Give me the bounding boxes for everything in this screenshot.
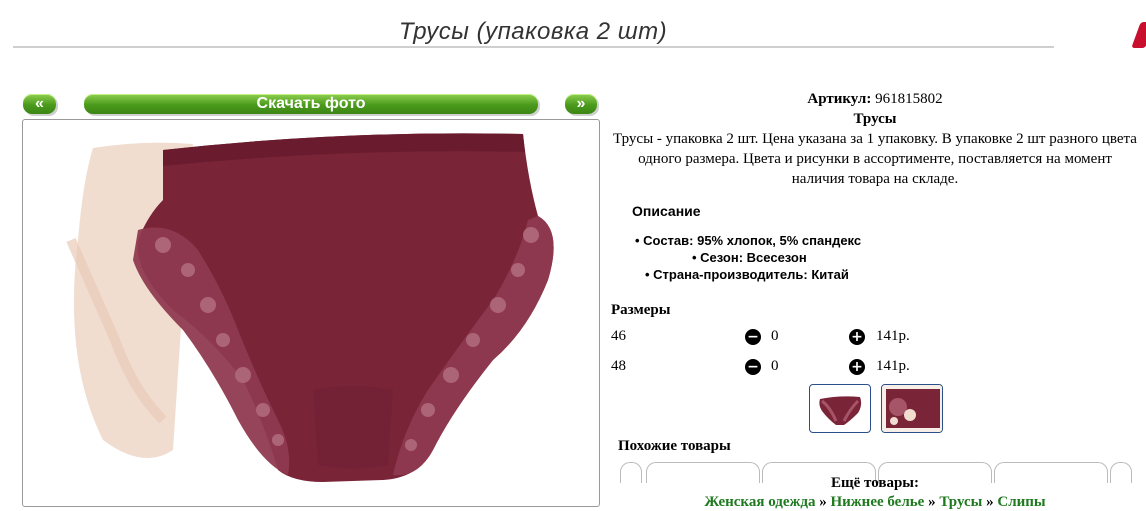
description-heading: Описание [632, 203, 701, 219]
spec-item: • Состав: 95% хлопок, 5% спандекс [635, 233, 862, 248]
article-label: Артикул: [807, 91, 872, 107]
spec-item: • Страна-производитель: Китай [645, 267, 849, 282]
minus-circle-icon[interactable]: − [745, 329, 761, 345]
size-value: 48 [611, 358, 626, 374]
breadcrumb: Женская одежда » Нижнее белье » Трусы » … [610, 494, 1140, 511]
product-info: Артикул: 961815802 Трусы Трусы - упаковк… [610, 89, 1140, 189]
article-line: Артикул: 961815802 [610, 89, 1140, 109]
page-title: Трусы (упаковка 2 шт) [398, 18, 668, 45]
breadcrumb-link[interactable]: Нижнее белье [830, 494, 924, 510]
photo-thumbnail[interactable] [881, 384, 943, 433]
product-photo[interactable] [22, 119, 600, 507]
download-photo-button[interactable]: Скачать фото [84, 94, 538, 114]
breadcrumb-link[interactable]: Слипы [997, 494, 1045, 510]
close-icon[interactable] [1131, 22, 1146, 48]
quantity-value: 0 [771, 358, 779, 374]
next-photo-button[interactable]: » [565, 94, 597, 114]
spec-item: • Сезон: Всесезон [692, 250, 807, 265]
similar-heading: Похожие товары [618, 438, 731, 454]
spec-list: • Состав: 95% хлопок, 5% спандекс • Сезо… [610, 232, 1140, 283]
breadcrumb-separator: » [986, 494, 994, 510]
title-divider [13, 46, 1054, 48]
price-value: 141р. [876, 358, 910, 374]
price-value: 141р. [876, 328, 910, 344]
product-name: Трусы [853, 111, 897, 127]
breadcrumb-separator: » [819, 494, 827, 510]
quantity-value: 0 [771, 328, 779, 344]
photo-thumbnail[interactable] [809, 384, 871, 433]
breadcrumb-link[interactable]: Женская одежда [704, 494, 815, 510]
article-value: 961815802 [875, 91, 943, 107]
size-value: 46 [611, 328, 626, 344]
more-products-heading: Ещё товары: [830, 475, 920, 491]
product-image [66, 133, 554, 483]
prev-photo-button[interactable]: « [23, 94, 56, 114]
plus-circle-icon[interactable]: + [849, 329, 865, 345]
sizes-heading: Размеры [611, 302, 671, 318]
breadcrumb-link[interactable]: Трусы [939, 494, 982, 510]
minus-circle-icon[interactable]: − [745, 359, 761, 375]
plus-circle-icon[interactable]: + [849, 359, 865, 375]
breadcrumb-separator: » [928, 494, 936, 510]
product-summary: Трусы - упаковка 2 шт. Цена указана за 1… [613, 131, 1137, 187]
